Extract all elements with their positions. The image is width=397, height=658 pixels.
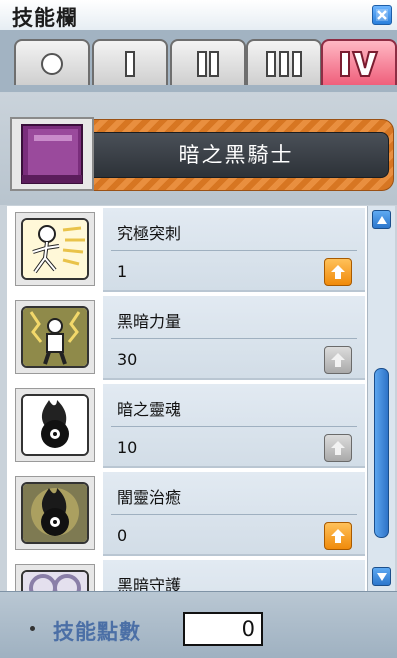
skill-row-dark-power[interactable]: 黑暗力量 30 — [7, 294, 367, 380]
skill-icon-frame — [15, 388, 95, 462]
skill-name: 闇靈治癒 — [117, 488, 182, 507]
tab-1st-job[interactable] — [92, 39, 168, 85]
job-icon — [10, 117, 94, 191]
skill-up-button-disabled — [324, 434, 352, 462]
skill-row-dark-guard[interactable]: 黑暗守護 — [7, 558, 367, 591]
tab-3rd-job[interactable] — [246, 39, 322, 85]
skill-up-button[interactable] — [324, 522, 352, 550]
dark-guard-icon — [23, 572, 87, 591]
skill-level: 10 — [117, 438, 138, 457]
scroll-up-button[interactable] — [372, 210, 391, 229]
skill-up-button[interactable] — [324, 258, 352, 286]
skill-info: 暗之靈魂 10 — [103, 384, 365, 468]
skill-icon-frame — [15, 564, 95, 591]
skill-row-ultimate-thrust[interactable]: 究極突刺 1 — [7, 206, 367, 292]
skill-info: 黑暗力量 30 — [103, 296, 365, 380]
skill-icon-frame — [15, 212, 95, 286]
scroll-down-button[interactable] — [372, 567, 391, 586]
skill-row-dark-soul[interactable]: 暗之靈魂 10 — [7, 382, 367, 468]
skill-icon-frame — [15, 300, 95, 374]
skill-info: 黑暗守護 — [103, 560, 365, 591]
skill-info: 闇靈治癒 0 — [103, 472, 365, 556]
arrow-up-icon — [331, 265, 345, 279]
triangle-up-icon — [377, 216, 387, 224]
window-title: 技能欄 — [12, 6, 78, 30]
skill-points-label: 技能點數 — [53, 620, 141, 644]
skill-icon-frame — [15, 476, 95, 550]
scroll-thumb[interactable] — [374, 368, 389, 538]
skill-level: 0 — [117, 526, 128, 545]
skill-list[interactable]: 究極突刺 1 黑暗力量 30 暗之靈魂 10 闇靈治癒 0 黑暗守護 — [7, 206, 367, 591]
arrow-up-icon — [331, 441, 345, 455]
circle-glyph-icon — [41, 53, 63, 75]
title-bar: 技能欄 — [0, 0, 397, 31]
skill-name: 黑暗守護 — [117, 576, 182, 591]
triangle-down-icon — [377, 573, 387, 581]
arrow-up-icon — [331, 529, 345, 543]
divider — [111, 338, 357, 339]
roman-four-icon — [340, 51, 379, 77]
skill-points-bar: 技能點數 0 — [0, 591, 397, 658]
job-tabs — [0, 30, 397, 123]
skill-row-dark-heal[interactable]: 闇靈治癒 0 — [7, 470, 367, 556]
divider — [111, 426, 357, 427]
skill-list-scrollbar[interactable] — [367, 206, 395, 591]
skill-name: 黑暗力量 — [117, 312, 182, 331]
tab-beginner[interactable] — [14, 39, 90, 85]
tab-4th-job[interactable] — [321, 39, 397, 85]
dark-heal-icon — [23, 484, 87, 542]
tab-2nd-job[interactable] — [170, 39, 246, 85]
skill-points-value: 0 — [183, 612, 263, 646]
dark-soul-icon — [23, 396, 87, 454]
dark-power-icon — [23, 308, 87, 366]
dash-figure-icon — [23, 220, 87, 278]
roman-two-icon — [197, 51, 219, 77]
job-name: 暗之黑騎士 — [83, 132, 389, 178]
roman-three-icon — [266, 51, 302, 77]
purple-book-icon — [21, 124, 83, 184]
skill-name: 究極突刺 — [117, 224, 182, 243]
arrow-up-icon — [331, 353, 345, 367]
bullet-dot — [30, 626, 35, 631]
skill-info: 究極突刺 1 — [103, 208, 365, 292]
skill-level: 1 — [117, 262, 128, 281]
skill-up-button-disabled — [324, 346, 352, 374]
skill-name: 暗之靈魂 — [117, 400, 182, 419]
roman-one-icon — [125, 51, 135, 77]
divider — [111, 250, 357, 251]
divider — [111, 514, 357, 515]
close-icon — [376, 9, 388, 21]
close-button[interactable] — [372, 5, 392, 25]
skill-level: 30 — [117, 350, 138, 369]
